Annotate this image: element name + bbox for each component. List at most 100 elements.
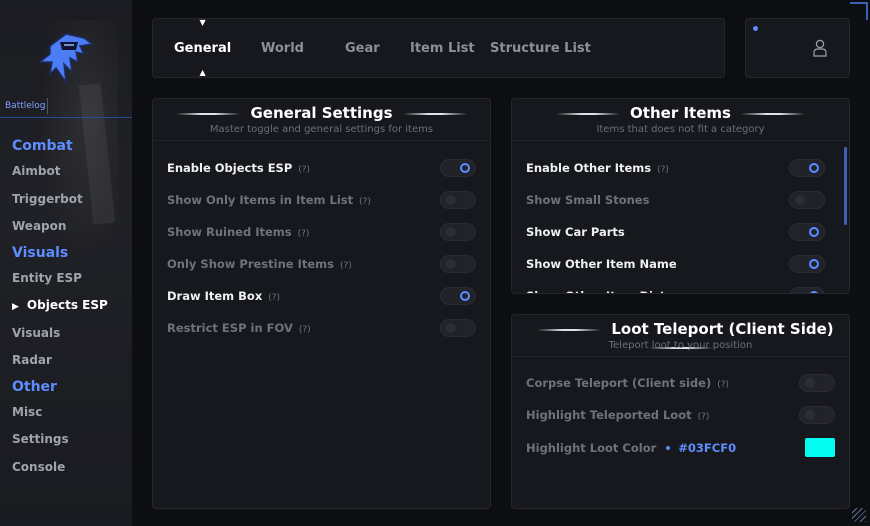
- toggle-switch[interactable]: [789, 191, 825, 209]
- toggle-knob: [809, 163, 819, 173]
- toggle-switch[interactable]: [789, 287, 825, 293]
- panel-title-wrap: General Settings: [153, 104, 490, 122]
- brand-divider: [0, 117, 132, 118]
- sidebar-item-aimbot[interactable]: Aimbot: [0, 158, 132, 186]
- help-icon[interactable]: (?): [717, 380, 729, 390]
- user-box[interactable]: [745, 18, 850, 78]
- help-icon[interactable]: (?): [359, 197, 371, 207]
- toggle-knob: [805, 378, 815, 388]
- help-icon[interactable]: (?): [340, 261, 352, 271]
- help-icon[interactable]: (?): [298, 165, 310, 175]
- tab-marker-icon: ▲: [199, 68, 206, 77]
- toggle-switch[interactable]: [799, 406, 835, 424]
- row-label: Show Ruined Items: [167, 225, 292, 239]
- row-label: Show Small Stones: [526, 193, 650, 207]
- row-label: Highlight Teleported Loot: [526, 408, 692, 422]
- row-label: Show Car Parts: [526, 225, 625, 239]
- title-line: [402, 112, 467, 115]
- panel-title: General Settings: [250, 104, 393, 122]
- knight-logo-icon: [37, 33, 94, 85]
- toggle-switch[interactable]: [789, 159, 825, 177]
- tab-structure-list[interactable]: Structure List: [490, 19, 591, 79]
- tab-marker-icon: ▼: [199, 18, 206, 27]
- panel-header: General Settings Master toggle and gener…: [153, 99, 490, 141]
- tab-label: General: [174, 41, 232, 56]
- frame-corner: [850, 2, 868, 20]
- title-line: [556, 112, 621, 115]
- toggle-knob: [446, 259, 456, 269]
- row-label: Only Show Prestine Items: [167, 257, 334, 271]
- sidebar-item-objects-esp[interactable]: ▶ Objects ESP: [0, 292, 132, 320]
- toggle-switch[interactable]: [440, 191, 476, 209]
- other_items-row: Show Other Item Dist: [526, 286, 825, 293]
- toggle-knob: [446, 195, 456, 205]
- help-icon[interactable]: (?): [298, 229, 310, 239]
- sidebar-item-radar[interactable]: Radar: [0, 347, 132, 375]
- other_items-row: Show Car Parts: [526, 222, 825, 242]
- sidebar-item-weapon[interactable]: Weapon: [0, 213, 132, 241]
- status-dot: [753, 26, 758, 31]
- toggle-switch[interactable]: [440, 287, 476, 305]
- toggle-knob: [809, 291, 819, 293]
- general-row: Restrict ESP in FOV (?): [167, 318, 476, 338]
- color-hex-value: #03FCF0: [678, 441, 737, 455]
- help-icon[interactable]: (?): [698, 412, 710, 422]
- toggle-switch[interactable]: [440, 223, 476, 241]
- row-label: Draw Item Box: [167, 289, 263, 303]
- title-line: [537, 328, 602, 331]
- general-row: Show Only Items in Item List (?): [167, 190, 476, 210]
- selected-arrow-icon: ▶: [12, 302, 19, 312]
- brand-label: Battlelog: [0, 98, 48, 114]
- sidebar-item-misc[interactable]: Misc: [0, 399, 132, 427]
- row-label: Show Only Items in Item List: [167, 193, 354, 207]
- row-label: Show Other Item Name: [526, 257, 677, 271]
- toggle-knob: [809, 227, 819, 237]
- loot-teleport-panel: Loot Teleport (Client Side) Teleport loo…: [511, 314, 850, 509]
- tab-world[interactable]: World: [261, 19, 304, 79]
- title-line: [176, 112, 241, 115]
- help-icon[interactable]: (?): [657, 165, 669, 175]
- sidebar-item-console[interactable]: Console: [0, 454, 132, 482]
- other_items-row: Show Other Item Name: [526, 254, 825, 274]
- resize-grip-icon[interactable]: [852, 508, 866, 522]
- toggle-switch[interactable]: [440, 255, 476, 273]
- sidebar-item-entity-esp[interactable]: Entity ESP: [0, 265, 132, 293]
- toggle-switch[interactable]: [799, 374, 835, 392]
- toggle-switch[interactable]: [789, 223, 825, 241]
- sidebar-nav: Combat Aimbot Triggerbot Weapon Visuals …: [0, 134, 132, 481]
- toggle-switch[interactable]: [789, 255, 825, 273]
- other-items-panel: Other Items Items that does not fit a ca…: [511, 98, 850, 294]
- sidebar-item-visuals[interactable]: Visuals: [0, 320, 132, 348]
- general-row: Show Ruined Items (?): [167, 222, 476, 242]
- loot_teleport-row: Highlight Teleported Loot (?): [526, 405, 835, 425]
- sidebar-item-settings[interactable]: Settings: [0, 426, 132, 454]
- toggle-knob: [805, 410, 815, 420]
- sidebar: Battlelog Combat Aimbot Triggerbot Weapo…: [0, 0, 132, 526]
- nav-group-other: Other: [12, 378, 57, 395]
- toggle-knob: [809, 259, 819, 269]
- loot_teleport-row: Corpse Teleport (Client side) (?): [526, 373, 835, 393]
- toggle-switch[interactable]: [440, 319, 476, 337]
- panel-subtitle: Items that does not fit a category: [596, 124, 765, 135]
- general-row: Draw Item Box (?): [167, 286, 476, 306]
- toggle-knob: [446, 323, 456, 333]
- row-label: Enable Objects ESP: [167, 161, 293, 175]
- general-row: Enable Objects ESP (?): [167, 158, 476, 178]
- sidebar-item-triggerbot[interactable]: Triggerbot: [0, 186, 132, 214]
- panel-subtitle: Master toggle and general settings for i…: [209, 124, 434, 135]
- color-swatch[interactable]: [805, 438, 835, 457]
- toggle-knob: [446, 227, 456, 237]
- toggle-switch[interactable]: [440, 159, 476, 177]
- tab-gear[interactable]: Gear: [345, 19, 380, 79]
- help-icon[interactable]: (?): [299, 325, 311, 335]
- panel-scrollbar[interactable]: [844, 147, 847, 225]
- bullet-icon: [666, 445, 671, 450]
- row-label: Enable Other Items: [526, 161, 652, 175]
- user-icon[interactable]: [813, 39, 827, 57]
- tab-general[interactable]: ▼ General ▲: [174, 19, 231, 79]
- help-icon[interactable]: (?): [268, 293, 280, 303]
- panel-header: Loot Teleport (Client Side) Teleport loo…: [512, 315, 849, 357]
- tab-item-list[interactable]: Item List: [410, 19, 475, 79]
- row-label: Show Other Item Dist: [526, 289, 665, 293]
- other_items-row: Enable Other Items (?): [526, 158, 825, 178]
